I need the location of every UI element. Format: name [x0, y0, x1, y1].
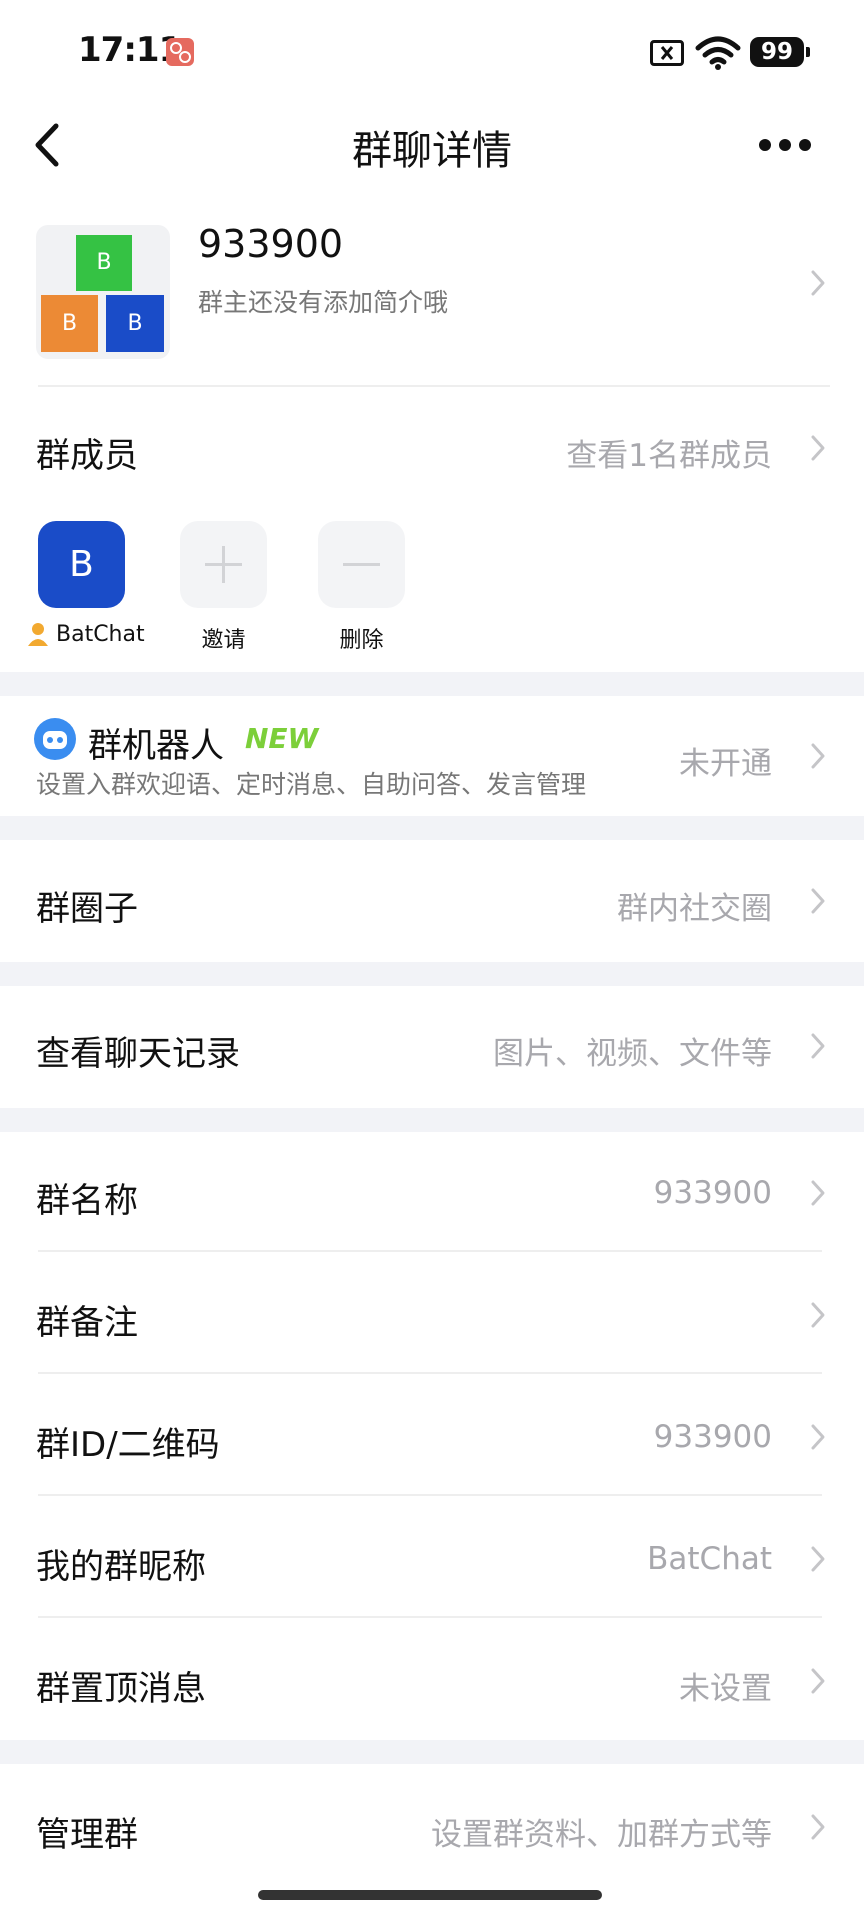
chat-history-value: 图片、视频、文件等: [493, 1036, 772, 1072]
members-label: 群成员: [36, 436, 138, 476]
chevron-right-icon[interactable]: [810, 1179, 826, 1207]
group-intro: 群主还没有添加简介哦: [198, 288, 449, 317]
chevron-right-icon[interactable]: [810, 269, 826, 297]
battery-indicator: 99: [750, 37, 810, 67]
section-gap: [0, 672, 864, 696]
delete-label: 删除: [339, 628, 384, 653]
plus-icon: [205, 546, 242, 583]
owner-icon: [28, 623, 48, 646]
more-options-icon[interactable]: [757, 134, 813, 156]
avatar-tile: B: [41, 295, 98, 352]
group-id-label: 群ID/二维码: [36, 1425, 220, 1465]
member-name: BatChat: [56, 622, 145, 647]
page-title: 群聊详情: [352, 128, 512, 174]
my-nickname-label: 我的群昵称: [36, 1547, 206, 1587]
manage-group-label: 管理群: [36, 1815, 138, 1855]
chevron-right-icon[interactable]: [810, 1301, 826, 1329]
group-number: 933900: [198, 222, 344, 266]
pinned-message-value: 未设置: [679, 1671, 772, 1707]
chevron-right-icon[interactable]: [810, 1813, 826, 1841]
group-circle-value: 群内社交圈: [617, 891, 772, 927]
invite-button[interactable]: [180, 521, 267, 608]
group-avatar[interactable]: B B B: [36, 225, 170, 359]
delete-member-button[interactable]: [318, 521, 405, 608]
group-name-value: 933900: [653, 1175, 772, 1211]
section-gap: [0, 816, 864, 840]
my-nickname-value: BatChat: [647, 1541, 772, 1577]
manage-group-value: 设置群资料、加群方式等: [431, 1817, 772, 1853]
member-avatar[interactable]: B: [38, 521, 125, 608]
app-notification-icon: [166, 38, 194, 66]
chevron-right-icon[interactable]: [810, 887, 826, 915]
minus-icon: [343, 563, 380, 566]
group-remark-label: 群备注: [36, 1303, 138, 1343]
new-badge: NEW: [245, 722, 319, 755]
home-indicator[interactable]: [258, 1890, 602, 1900]
robot-description: 设置入群欢迎语、定时消息、自助问答、发言管理: [36, 770, 587, 799]
wifi-icon: [695, 36, 741, 70]
robot-title: 群机器人: [88, 726, 224, 766]
chevron-right-icon[interactable]: [810, 434, 826, 462]
sim-off-icon: [650, 40, 684, 66]
section-gap: [0, 1108, 864, 1132]
section-gap: [0, 1740, 864, 1764]
members-count-link[interactable]: 查看1名群成员: [566, 430, 772, 475]
avatar-tile: B: [76, 235, 132, 291]
invite-label: 邀请: [201, 628, 246, 653]
pinned-message-label: 群置顶消息: [36, 1669, 206, 1709]
chevron-right-icon[interactable]: [810, 1423, 826, 1451]
group-id-value: 933900: [653, 1419, 772, 1455]
chevron-right-icon[interactable]: [810, 1032, 826, 1060]
robot-status: 未开通: [679, 746, 772, 782]
avatar-tile: B: [106, 295, 164, 352]
chat-history-label: 查看聊天记录: [36, 1034, 240, 1074]
robot-icon: [34, 718, 76, 760]
group-name-label: 群名称: [36, 1181, 138, 1221]
chevron-right-icon[interactable]: [810, 742, 826, 770]
chevron-right-icon[interactable]: [810, 1545, 826, 1573]
chevron-right-icon[interactable]: [810, 1667, 826, 1695]
section-gap: [0, 962, 864, 986]
group-circle-label: 群圈子: [36, 889, 138, 929]
divider: [38, 385, 830, 387]
